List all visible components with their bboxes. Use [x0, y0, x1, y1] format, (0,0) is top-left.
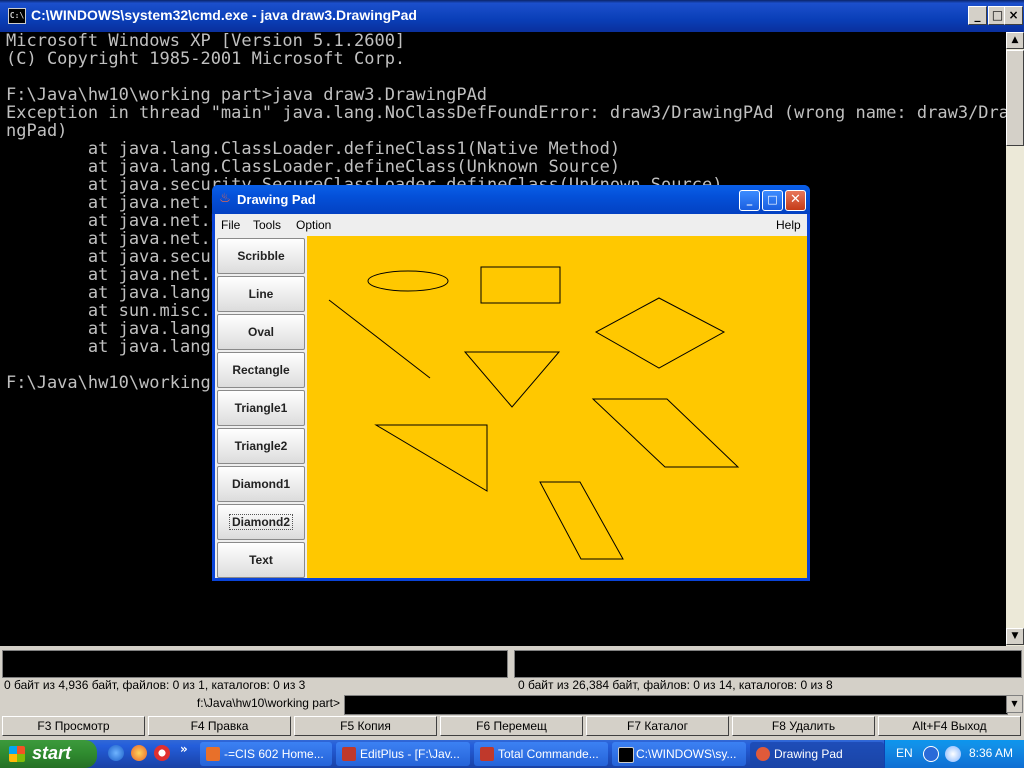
scroll-thumb[interactable] [1006, 50, 1024, 146]
diamond2-tall-shape [539, 481, 624, 560]
desktop-icon[interactable] [108, 745, 124, 761]
total-commander-bar: 0 байт из 4,936 байт, файлов: 0 из 1, ка… [0, 646, 1024, 740]
f3-view-button[interactable]: F3 Просмотр [2, 716, 145, 736]
diamond2-shape [591, 398, 740, 468]
f5-copy-button[interactable]: F5 Копия [294, 716, 437, 736]
tool-line-button[interactable]: Line [217, 276, 305, 312]
cmd-close-button[interactable]: × [1004, 6, 1023, 25]
left-status: 0 байт из 4,936 байт, файлов: 0 из 1, ка… [4, 678, 306, 692]
menu-help[interactable]: Help [776, 218, 801, 232]
java-icon [756, 747, 770, 761]
clock[interactable]: 8:36 AM [969, 746, 1013, 760]
drawing-pad-title-bar[interactable]: ♨ Drawing Pad _ □ ✕ [212, 185, 810, 214]
cmd-title-bar[interactable]: C:\ C:\WINDOWS\system32\cmd.exe - java d… [0, 0, 1024, 32]
rectangle-shape [480, 266, 561, 304]
task-editplus[interactable]: EditPlus - [F:\Jav... [336, 742, 470, 766]
opera-icon[interactable] [154, 745, 170, 761]
tool-triangle2-button[interactable]: Triangle2 [217, 428, 305, 464]
cmd-minimize-button[interactable]: _ [968, 6, 987, 25]
tool-text-button[interactable]: Text [217, 542, 305, 578]
menu-tools[interactable]: Tools [253, 218, 281, 232]
console-icon [618, 747, 634, 763]
oval-shape [367, 270, 449, 292]
task-cmd[interactable]: C:\WINDOWS\sy... [612, 742, 746, 766]
network-icon[interactable] [923, 746, 939, 762]
drawing-pad-body: Scribble Line Oval Rectangle Triangle1 T… [215, 236, 807, 578]
command-line-path: f:\Java\hw10\working part> [196, 696, 340, 710]
tool-oval-button[interactable]: Oval [217, 314, 305, 350]
editplus-icon [342, 747, 356, 761]
f7-mkdir-button[interactable]: F7 Каталог [586, 716, 729, 736]
maximize-button[interactable]: □ [762, 190, 783, 211]
system-tray: EN 8:36 AM [884, 740, 1024, 768]
triangle2-shape [374, 424, 488, 492]
scroll-down-icon[interactable]: ▼ [1006, 628, 1024, 645]
tool-scribble-button[interactable]: Scribble [217, 238, 305, 274]
diamond1-shape [594, 297, 726, 369]
java-cup-icon: ♨ [219, 191, 231, 206]
tool-diamond1-button[interactable]: Diamond1 [217, 466, 305, 502]
tool-triangle1-button[interactable]: Triangle1 [217, 390, 305, 426]
chevron-down-icon[interactable]: ▼ [1006, 695, 1023, 713]
line-shape [328, 299, 431, 379]
quick-launch-more[interactable]: » [180, 742, 188, 756]
right-status: 0 байт из 26,384 байт, файлов: 0 из 14, … [518, 678, 833, 692]
task-total-commander[interactable]: Total Commande... [474, 742, 608, 766]
tool-diamond2-button[interactable]: Diamond2 [217, 504, 305, 540]
drawing-pad-title: Drawing Pad [237, 192, 316, 207]
menu-file[interactable]: File [221, 218, 240, 232]
firefox-icon [206, 747, 220, 761]
task-drawing-pad[interactable]: Drawing Pad [750, 742, 884, 766]
drawing-pad-window: ♨ Drawing Pad _ □ ✕ File Tools Option He… [212, 185, 810, 581]
minimize-button[interactable]: _ [739, 190, 760, 211]
close-button[interactable]: ✕ [785, 190, 806, 211]
f8-delete-button[interactable]: F8 Удалить [732, 716, 875, 736]
task-firefox[interactable]: -=CIS 602 Home... [200, 742, 332, 766]
start-button[interactable]: start [0, 740, 97, 768]
menu-option[interactable]: Option [296, 218, 331, 232]
taskbar: start » -=CIS 602 Home... EditPlus - [F:… [0, 740, 1024, 768]
cmd-app-icon: C:\ [8, 8, 26, 24]
start-label: start [32, 743, 72, 763]
volume-icon[interactable] [945, 746, 961, 762]
command-line-input[interactable] [344, 695, 1008, 715]
scroll-up-icon[interactable]: ▲ [1006, 32, 1024, 49]
f6-move-button[interactable]: F6 Перемещ [440, 716, 583, 736]
drawing-canvas[interactable] [307, 236, 807, 578]
firefox-icon[interactable] [131, 745, 147, 761]
tool-rectangle-button[interactable]: Rectangle [217, 352, 305, 388]
cmd-scrollbar[interactable]: ▲ ▼ [1006, 32, 1024, 646]
alt-f4-exit-button[interactable]: Alt+F4 Выход [878, 716, 1021, 736]
f4-edit-button[interactable]: F4 Правка [148, 716, 291, 736]
total-commander-icon [480, 747, 494, 761]
menu-bar: File Tools Option Help [215, 214, 807, 236]
right-file-panel[interactable] [514, 650, 1022, 678]
triangle1-shape [463, 351, 561, 408]
left-file-panel[interactable] [2, 650, 508, 678]
language-indicator[interactable]: EN [896, 746, 913, 760]
windows-logo-icon [9, 746, 25, 762]
cmd-window-title: C:\WINDOWS\system32\cmd.exe - java draw3… [31, 7, 417, 23]
